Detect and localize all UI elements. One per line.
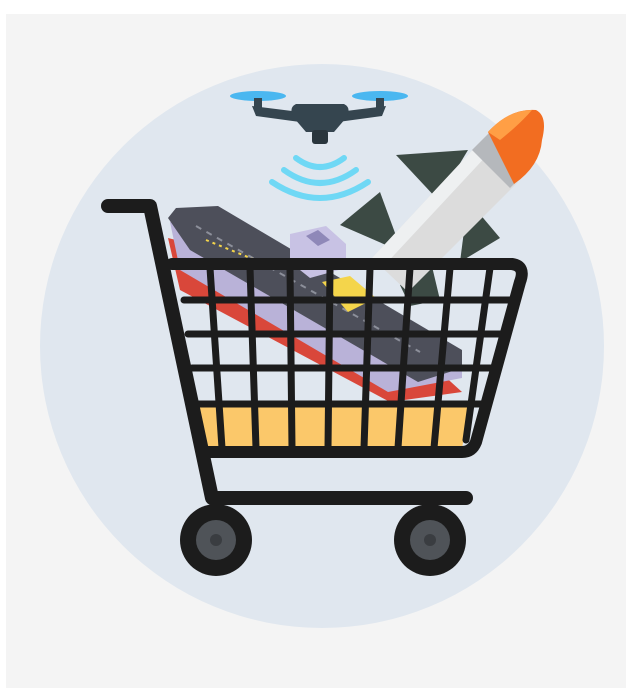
cart-wheel-left: [180, 504, 252, 576]
illustration-stage: [0, 0, 632, 693]
cart-wheel-right: [394, 504, 466, 576]
shopping-cart-illustration: [40, 64, 604, 628]
